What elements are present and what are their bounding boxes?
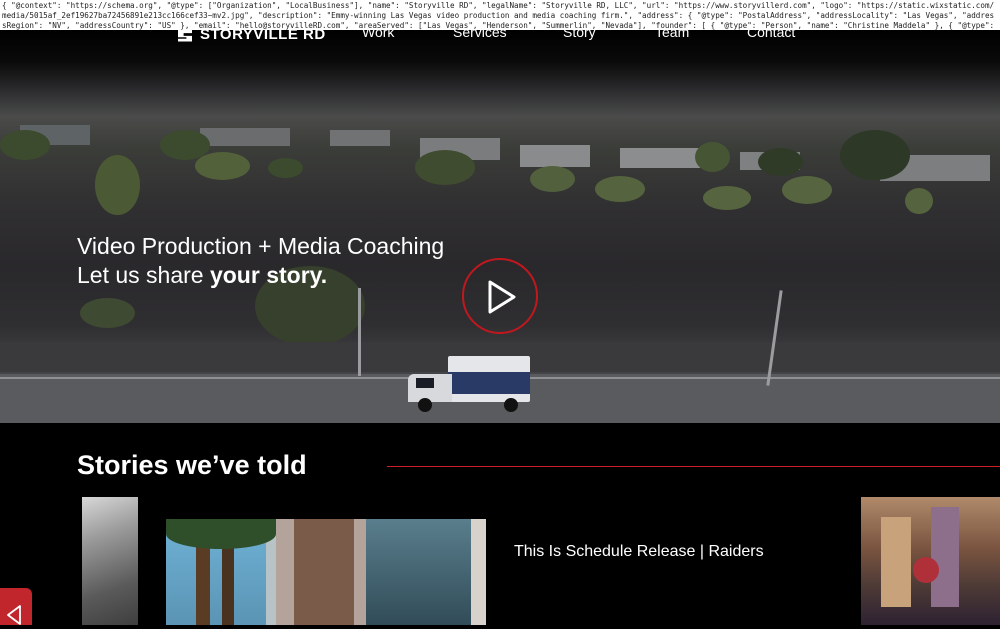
tree: [595, 176, 645, 202]
tree: [840, 130, 910, 180]
tree: [80, 298, 135, 328]
hero-line-2-bold: your story.: [209, 262, 328, 288]
hero-line-1: Video Production + Media Coaching: [77, 233, 445, 259]
tree: [0, 130, 50, 160]
house: [200, 128, 290, 146]
play-icon: [488, 280, 516, 314]
tree: [195, 152, 250, 180]
carousel-thumb-current[interactable]: [166, 519, 486, 625]
tree: [782, 176, 832, 204]
stories-title: Stories we’ve told: [77, 450, 307, 480]
top-nav: STORYVILLE RD Work Services Story Team C…: [0, 24, 1000, 44]
tree: [95, 155, 140, 215]
hero-video: [0, 30, 1000, 423]
chevron-left-icon: [7, 605, 21, 625]
json-ld-text: { "@context": "https://schema.org", "@ty…: [0, 0, 1000, 30]
tree: [758, 148, 803, 176]
tree: [268, 158, 303, 178]
tree: [530, 166, 575, 192]
tree: [695, 142, 730, 172]
hero-line-2-prefix: Let us share: [77, 262, 210, 288]
play-button[interactable]: [462, 258, 538, 334]
hero-headline: Video Production + Media Coaching Let us…: [77, 232, 444, 290]
carousel-thumb-next[interactable]: [861, 497, 1000, 625]
tree: [905, 188, 933, 214]
house: [520, 145, 590, 167]
house: [620, 148, 700, 168]
carousel-thumb-previous[interactable]: [82, 497, 138, 625]
story-card-title[interactable]: This Is Schedule Release | Raiders: [514, 543, 764, 561]
house: [330, 130, 390, 146]
street-lamp: [358, 288, 361, 376]
section-divider: [387, 466, 1000, 467]
ambulance: [408, 356, 532, 414]
tree: [415, 150, 475, 185]
hero-line-2: Let us share your story.: [77, 261, 444, 290]
tree: [703, 186, 751, 210]
carousel-prev-button[interactable]: [0, 588, 32, 625]
